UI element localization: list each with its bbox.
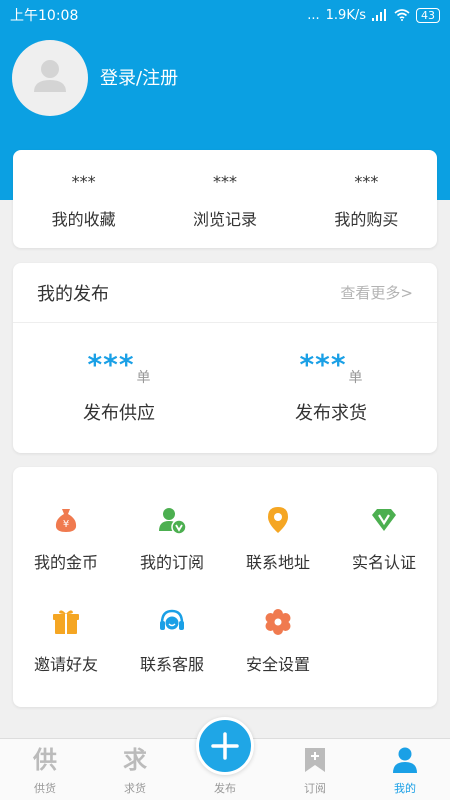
tab-label: 订阅	[304, 782, 326, 795]
status-indicators: ... 1.9K/s 43	[307, 7, 440, 23]
tab-label: 供货	[34, 782, 56, 795]
publish-count: ***	[87, 348, 135, 381]
settings-flower-icon	[265, 609, 291, 635]
service-security[interactable]: 安全设置	[225, 607, 331, 675]
my-publish-card: 我的发布 查看更多> *** 单 发布供应 *** 单 发布求货	[13, 263, 437, 453]
tab-subscribe[interactable]: 订阅	[270, 739, 360, 800]
stat-value: ***	[354, 172, 379, 191]
service-support[interactable]: 联系客服	[119, 607, 225, 675]
service-label: 邀请好友	[33, 655, 98, 674]
service-subscriptions[interactable]: 我的订阅	[119, 505, 225, 573]
demand-icon: 求	[123, 746, 147, 774]
services-card: ¥ 我的金币 我的订阅 联系地址 实名认证 邀请好友 联系客服 安全设置	[13, 467, 437, 707]
service-coins[interactable]: ¥ 我的金币	[13, 505, 119, 573]
gift-icon	[53, 610, 79, 634]
tab-label: 求货	[124, 782, 146, 795]
tab-label: 发布	[214, 782, 236, 795]
stat-label: 我的收藏	[51, 210, 116, 229]
service-invite[interactable]: 邀请好友	[13, 607, 119, 675]
money-bag-icon: ¥	[55, 509, 77, 532]
tab-supply[interactable]: 供 供货	[0, 739, 90, 800]
tab-label: 我的	[394, 782, 416, 795]
status-time: 上午10:08	[10, 8, 79, 24]
headset-icon	[160, 609, 184, 630]
publish-supply-value: *** 单	[87, 348, 151, 387]
service-label: 联系地址	[245, 553, 310, 572]
network-speed: 1.9K/s	[325, 7, 366, 23]
service-label: 我的金币	[33, 553, 98, 572]
tab-demand[interactable]: 求 求货	[90, 739, 180, 800]
publish-supply[interactable]: *** 单 发布供应	[13, 323, 225, 453]
supply-icon: 供	[33, 746, 57, 774]
wifi-icon	[394, 9, 410, 21]
svg-text:¥: ¥	[63, 519, 69, 530]
publish-plus-icon	[211, 732, 239, 760]
service-verification[interactable]: 实名认证	[331, 505, 437, 573]
stat-value: ***	[71, 172, 96, 191]
publish-header: 我的发布 查看更多>	[13, 263, 437, 323]
publish-demand[interactable]: *** 单 发布求货	[225, 323, 437, 453]
service-label: 我的订阅	[139, 553, 204, 572]
publish-unit: 单	[136, 370, 151, 386]
tab-profile[interactable]: 我的	[360, 739, 450, 800]
battery-icon: 43	[416, 7, 440, 23]
publish-count: ***	[299, 348, 347, 381]
stat-history[interactable]: *** 浏览记录	[154, 150, 295, 248]
location-pin-icon	[268, 507, 288, 533]
stat-label: 浏览记录	[192, 210, 257, 229]
service-label: 安全设置	[245, 655, 310, 674]
status-bar: 上午10:08 ... 1.9K/s 43	[0, 0, 450, 30]
stat-label: 我的购买	[334, 210, 399, 229]
publish-unit: 单	[348, 370, 363, 386]
profile-user-icon	[393, 747, 417, 773]
stat-purchases[interactable]: *** 我的购买	[296, 150, 437, 248]
user-subscription-icon	[159, 508, 187, 535]
publish-label: 发布供应	[83, 403, 155, 424]
avatar[interactable]	[12, 40, 88, 116]
verified-v-icon	[372, 509, 396, 531]
publish-label: 发布求货	[295, 403, 367, 424]
signal-icon	[372, 9, 386, 21]
stat-value: ***	[212, 172, 237, 191]
service-label: 实名认证	[351, 553, 416, 572]
publish-title: 我的发布	[37, 283, 109, 305]
subscribe-bookmark-icon	[305, 748, 325, 772]
publish-body: *** 单 发布供应 *** 单 发布求货	[13, 323, 437, 453]
publish-demand-value: *** 单	[299, 348, 363, 387]
stat-favorites[interactable]: *** 我的收藏	[13, 150, 154, 248]
service-address[interactable]: 联系地址	[225, 505, 331, 573]
default-avatar-icon	[34, 60, 66, 92]
stats-card: *** 我的收藏 *** 浏览记录 *** 我的购买	[13, 150, 437, 248]
login-register-link[interactable]: 登录/注册	[100, 64, 178, 90]
publish-fab-button[interactable]	[196, 717, 254, 775]
service-label: 联系客服	[139, 655, 204, 674]
view-more-link[interactable]: 查看更多>	[340, 282, 413, 303]
status-dots: ...	[307, 7, 320, 23]
